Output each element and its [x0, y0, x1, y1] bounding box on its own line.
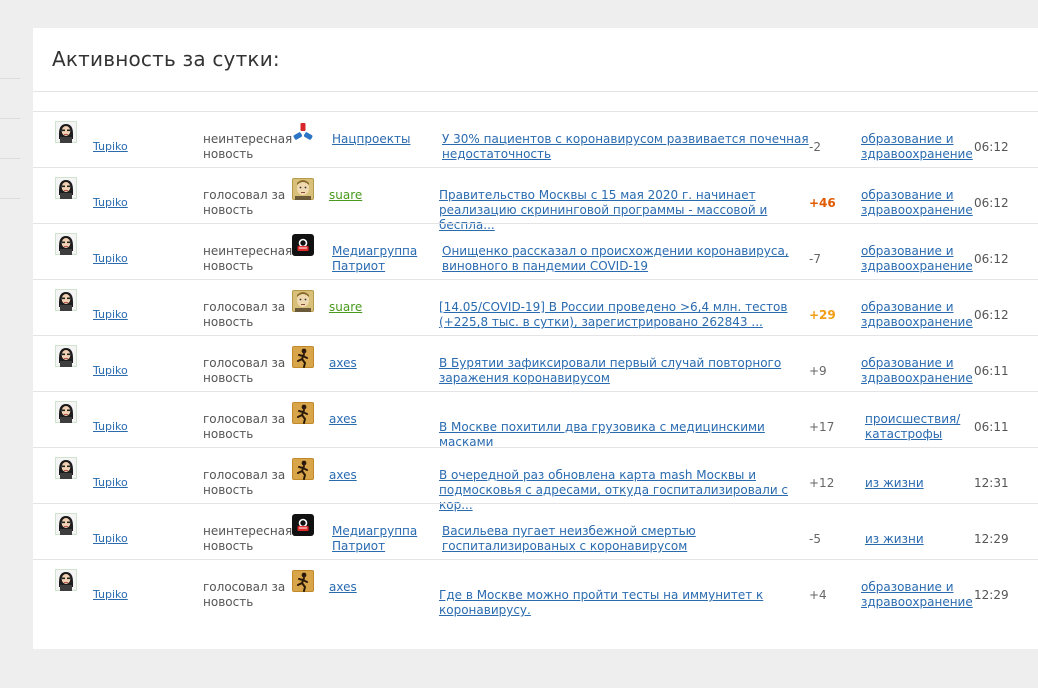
score-value: -7	[809, 252, 821, 266]
news-link[interactable]: Васильева пугает неизбежной смертью госп…	[442, 524, 814, 554]
score-value: +12	[809, 476, 835, 490]
timestamp: 12:31	[974, 476, 1009, 490]
source-link[interactable]: axes	[329, 468, 424, 483]
user-avatar[interactable]	[55, 401, 77, 423]
action-label: голосовал за новость	[203, 468, 286, 497]
action-label: голосовал за новость	[203, 188, 286, 217]
score-value: +46	[809, 196, 836, 210]
page-title: Активность за сутки:	[52, 47, 280, 71]
activity-row: Tupiko неинтересная новость Нацпроекты У 30…	[33, 111, 1038, 167]
news-link[interactable]: Онищенко рассказал о происхождении корон…	[442, 244, 814, 274]
source-link[interactable]: axes	[329, 356, 424, 371]
category-link[interactable]: образование и здравоохранение	[861, 188, 973, 218]
user-avatar[interactable]	[55, 345, 77, 367]
activity-row: Tupiko неинтересная новость Медиагруппа Па…	[33, 223, 1038, 279]
timestamp: 06:12	[974, 196, 1009, 210]
action-label: голосовал за новость	[203, 412, 286, 441]
user-link[interactable]: Tupiko	[93, 308, 128, 321]
score-value: -5	[809, 532, 821, 546]
activity-panel: Активность за сутки: Tupiko неинтересная …	[33, 28, 1038, 649]
source-link[interactable]: axes	[329, 412, 424, 427]
action-label: неинтересная новость	[203, 244, 293, 273]
action-label: неинтересная новость	[203, 524, 293, 553]
user-link[interactable]: Tupiko	[93, 364, 128, 377]
runner-icon[interactable]	[292, 402, 314, 424]
source-link[interactable]: Нацпроекты	[332, 132, 427, 147]
title-divider	[33, 91, 1038, 92]
timestamp: 06:11	[974, 420, 1009, 434]
action-label: неинтересная новость	[203, 132, 293, 161]
face-avatar-icon[interactable]	[292, 290, 314, 312]
face-avatar-icon[interactable]	[292, 178, 314, 200]
runner-icon[interactable]	[292, 346, 314, 368]
runner-icon[interactable]	[292, 458, 314, 480]
news-link[interactable]: Где в Москве можно пройти тесты на иммун…	[439, 588, 811, 618]
news-link[interactable]: У 30% пациентов с коронавирусом развивае…	[442, 132, 814, 162]
user-avatar[interactable]	[55, 233, 77, 255]
patriot-logo-icon[interactable]	[292, 514, 314, 536]
score-value: +17	[809, 420, 835, 434]
source-link[interactable]: suare	[329, 188, 424, 203]
source-link[interactable]: Медиагруппа Патриот	[332, 524, 427, 554]
category-link[interactable]: образование и здравоохранение	[861, 132, 973, 162]
score-value: -2	[809, 140, 821, 154]
user-link[interactable]: Tupiko	[93, 196, 128, 209]
category-link[interactable]: образование и здравоохранение	[861, 356, 973, 386]
category-link[interactable]: образование и здравоохранение	[861, 300, 973, 330]
runner-icon[interactable]	[292, 570, 314, 592]
source-link[interactable]: Медиагруппа Патриот	[332, 244, 427, 274]
activity-row: Tupiko голосовал за новость suare [14.05/CO…	[33, 279, 1038, 335]
user-link[interactable]: Tupiko	[93, 588, 128, 601]
user-link[interactable]: Tupiko	[93, 532, 128, 545]
activity-feed: Tupiko неинтересная новость Нацпроекты У 30…	[33, 111, 1038, 618]
user-avatar[interactable]	[55, 177, 77, 199]
user-link[interactable]: Tupiko	[93, 140, 128, 153]
action-label: голосовал за новость	[203, 356, 286, 385]
activity-row: Tupiko голосовал за новость axes Где в Моск…	[33, 559, 1038, 618]
news-link[interactable]: В Москве похитили два грузовика с медици…	[439, 420, 811, 450]
source-link[interactable]: axes	[329, 580, 424, 595]
timestamp: 06:12	[974, 308, 1009, 322]
timestamp: 06:12	[974, 252, 1009, 266]
user-avatar[interactable]	[55, 569, 77, 591]
patriot-logo-icon[interactable]	[292, 234, 314, 256]
user-avatar[interactable]	[55, 513, 77, 535]
activity-row: Tupiko неинтересная новость Медиагруппа Па…	[33, 503, 1038, 559]
timestamp: 06:12	[974, 140, 1009, 154]
user-link[interactable]: Tupiko	[93, 476, 128, 489]
action-label: голосовал за новость	[203, 580, 286, 609]
activity-row: Tupiko голосовал за новость axes В Бурятии …	[33, 335, 1038, 391]
score-value: +4	[809, 588, 827, 602]
category-link[interactable]: происшествия/ катастрофы	[865, 412, 977, 442]
category-link[interactable]: из жизни	[865, 532, 977, 547]
activity-row: Tupiko голосовал за новость axes В Москве п…	[33, 391, 1038, 450]
category-link[interactable]: из жизни	[865, 476, 977, 491]
score-value: +29	[809, 308, 836, 322]
activity-row: Tupiko голосовал за новость axes В очередно…	[33, 447, 1038, 512]
timestamp: 12:29	[974, 588, 1009, 602]
user-avatar[interactable]	[55, 457, 77, 479]
star-burst-icon[interactable]	[292, 122, 314, 144]
user-avatar[interactable]	[55, 289, 77, 311]
action-label: голосовал за новость	[203, 300, 286, 329]
timestamp: 12:29	[974, 532, 1009, 546]
activity-row: Tupiko голосовал за новость suare Правитель…	[33, 167, 1038, 232]
user-link[interactable]: Tupiko	[93, 252, 128, 265]
user-avatar[interactable]	[55, 121, 77, 143]
news-link[interactable]: [14.05/COVID-19] В России проведено >6,4…	[439, 300, 811, 330]
category-link[interactable]: образование и здравоохранение	[861, 580, 973, 610]
news-link[interactable]: В Бурятии зафиксировали первый случай по…	[439, 356, 811, 386]
side-dividers	[0, 0, 20, 688]
score-value: +9	[809, 364, 827, 378]
timestamp: 06:11	[974, 364, 1009, 378]
user-link[interactable]: Tupiko	[93, 420, 128, 433]
source-link[interactable]: suare	[329, 300, 424, 315]
category-link[interactable]: образование и здравоохранение	[861, 244, 973, 274]
